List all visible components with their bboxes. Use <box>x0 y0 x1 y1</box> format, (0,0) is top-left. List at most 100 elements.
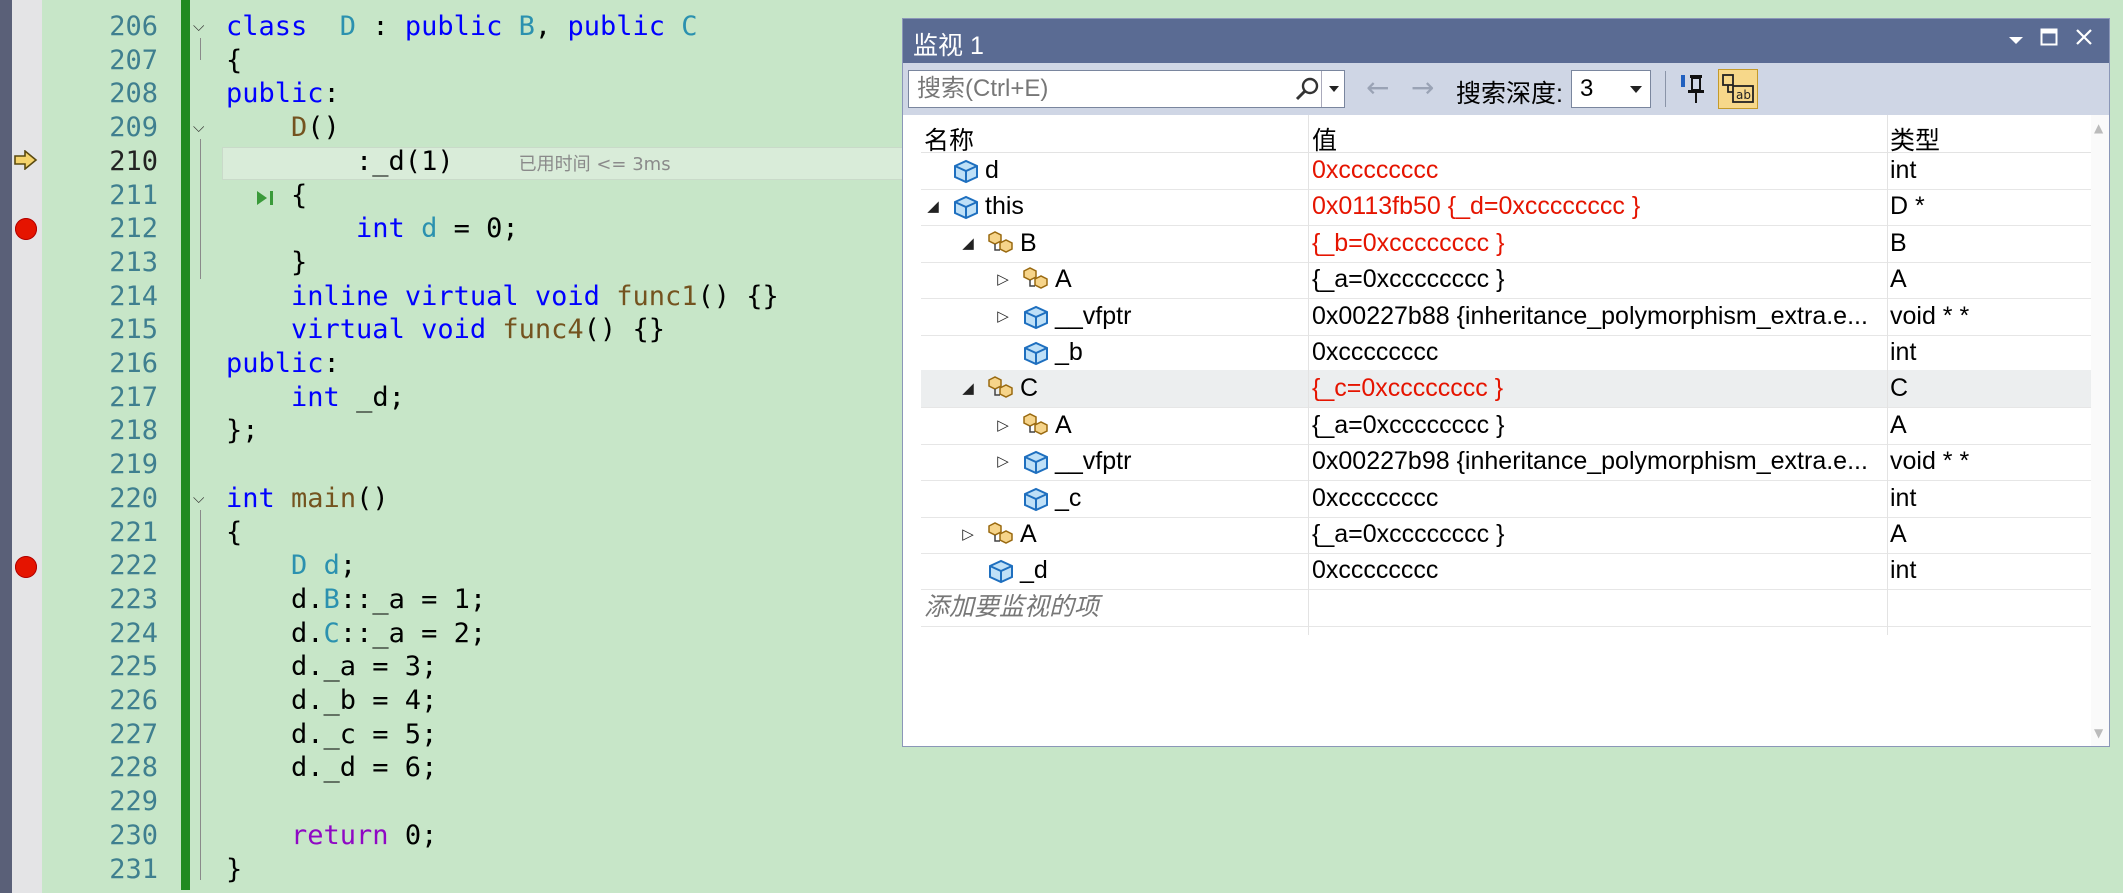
code-text[interactable]: public: <box>226 77 340 111</box>
watch-item-name[interactable]: C <box>1020 370 1038 407</box>
watch-item-value[interactable]: {_a=0xcccccccc } <box>1312 407 1877 444</box>
code-text[interactable]: int _d; <box>226 381 405 415</box>
column-separator[interactable] <box>1308 115 1309 635</box>
code-text[interactable]: d._c = 5; <box>226 718 437 752</box>
watch-item-name[interactable]: _d <box>1020 552 1048 589</box>
search-icon[interactable] <box>1294 76 1320 102</box>
watch-item-value[interactable]: {_a=0xcccccccc } <box>1312 516 1877 553</box>
watch-item-value[interactable]: 0xcccccccc <box>1312 552 1877 589</box>
watch-grid[interactable]: 名称 值 类型 d 0xcccccccc int ◢ this 0x0113fb50 {_… <box>903 115 2109 746</box>
watch-item-value[interactable]: {_c=0xcccccccc } <box>1312 370 1877 407</box>
code-text[interactable]: d.C::_a = 2; <box>226 617 486 651</box>
breakpoint-icon[interactable] <box>15 556 37 578</box>
run-to-here-icon[interactable] <box>255 189 277 207</box>
code-text[interactable]: d.B::_a = 1; <box>226 583 486 617</box>
collapse-icon[interactable]: ◢ <box>960 225 976 262</box>
watch-row[interactable]: ▷ A {_a=0xcccccccc } A <box>921 407 2095 445</box>
code-line[interactable]: 229 <box>0 785 2123 819</box>
expand-icon[interactable]: ▷ <box>995 407 1011 444</box>
watch-item-value[interactable]: 0xcccccccc <box>1312 152 1877 189</box>
code-text[interactable]: int main() <box>226 482 389 516</box>
code-text[interactable]: D() <box>226 111 340 145</box>
watch-item-name[interactable]: A <box>1055 261 1072 298</box>
code-text[interactable]: D d; <box>226 549 356 583</box>
code-text[interactable]: } <box>226 853 242 887</box>
code-text[interactable]: :_d(1) 已用时间 <= 3ms <box>226 145 671 182</box>
code-text[interactable]: int d = 0; <box>226 212 519 246</box>
code-text[interactable]: d._d = 6; <box>226 751 437 785</box>
watch-item-name[interactable]: A <box>1020 516 1037 553</box>
watch-row[interactable]: d 0xcccccccc int <box>921 152 2095 190</box>
watch-item-name[interactable]: __vfptr <box>1055 298 1131 335</box>
search-depth-select[interactable]: 3 <box>1571 70 1651 108</box>
watch-row[interactable]: ▷ A {_a=0xcccccccc } A <box>921 516 2095 554</box>
watch-item-value[interactable]: 0xcccccccc <box>1312 334 1877 371</box>
search-previous-icon[interactable]: ← <box>1366 74 1389 102</box>
column-separator[interactable] <box>1887 115 1888 635</box>
watch-row[interactable]: _b 0xcccccccc int <box>921 334 2095 372</box>
watch-item-name[interactable]: this <box>985 188 1024 225</box>
watch-row[interactable]: _c 0xcccccccc int <box>921 480 2095 518</box>
code-text[interactable]: class D : public B, public C <box>226 10 698 44</box>
watch-item-name[interactable]: _b <box>1055 334 1083 371</box>
code-line[interactable]: 230 return 0; <box>0 819 2123 853</box>
search-next-icon[interactable]: → <box>1411 74 1434 102</box>
code-text[interactable]: d._b = 4; <box>226 684 437 718</box>
watch-row[interactable]: ▷ A {_a=0xcccccccc } A <box>921 261 2095 300</box>
breakpoint-icon[interactable] <box>15 218 37 240</box>
code-line[interactable]: 231} <box>0 853 2123 887</box>
fold-toggle-icon[interactable]: ⌵ <box>193 120 208 135</box>
scroll-up-icon[interactable]: ▲ <box>2094 121 2103 135</box>
expand-icon[interactable]: ▷ <box>960 516 976 553</box>
watch-row[interactable]: ◢ C {_c=0xcccccccc } C <box>921 370 2095 409</box>
close-icon[interactable] <box>2071 27 2097 53</box>
watch-row[interactable]: ◢ this 0x0113fb50 {_d=0xcccccccc } D * <box>921 188 2095 227</box>
code-text[interactable]: }; <box>226 414 259 448</box>
code-text[interactable]: { <box>226 44 242 78</box>
watch-item-value[interactable]: 0x00227b98 {inheritance_polymorphism_ext… <box>1312 443 1877 480</box>
code-text[interactable]: { <box>226 516 242 550</box>
code-text[interactable]: inline virtual void func1() {} <box>226 280 779 314</box>
search-box[interactable] <box>908 70 1345 108</box>
expand-icon[interactable]: ▷ <box>995 298 1011 335</box>
code-text[interactable]: public: <box>226 347 340 381</box>
add-watch-item-row[interactable]: 添加要监视的项 <box>921 589 2095 627</box>
watch-item-value[interactable]: 0x0113fb50 {_d=0xcccccccc } <box>1312 188 1877 225</box>
watch-row[interactable]: ◢ B {_b=0xcccccccc } B <box>921 225 2095 263</box>
fold-toggle-icon[interactable]: ⌵ <box>193 19 208 34</box>
watch-row[interactable]: ▷ __vfptr 0x00227b98 {inheritance_polymorp… <box>921 443 2095 482</box>
line-number: 221 <box>109 516 158 548</box>
watch-item-name[interactable]: _c <box>1055 480 1081 517</box>
watch-row[interactable]: ▷ __vfptr 0x00227b88 {inheritance_polymorp… <box>921 298 2095 336</box>
fold-toggle-icon[interactable]: ⌵ <box>193 490 208 506</box>
watch-item-name[interactable]: B <box>1020 225 1037 262</box>
watch-item-value[interactable]: 0xcccccccc <box>1312 480 1877 517</box>
expand-icon[interactable]: ▷ <box>995 443 1011 480</box>
window-dropdown-icon[interactable] <box>2003 27 2029 53</box>
watch-item-value[interactable]: {_a=0xcccccccc } <box>1312 261 1877 298</box>
watch-window[interactable]: 监视 1 ← → 搜索深度: 3 <box>902 18 2110 747</box>
expand-icon[interactable]: ▷ <box>995 261 1011 298</box>
watch-item-name[interactable]: d <box>985 152 999 189</box>
watch-item-value[interactable]: 0x00227b88 {inheritance_polymorphism_ext… <box>1312 298 1877 335</box>
scroll-down-icon[interactable]: ▼ <box>2094 726 2103 740</box>
maximize-icon[interactable] <box>2036 27 2062 53</box>
hexadecimal-display-toggle[interactable]: ab <box>1718 69 1758 109</box>
search-input[interactable] <box>909 71 1297 107</box>
watch-item-value[interactable]: {_b=0xcccccccc } <box>1312 225 1877 262</box>
code-line[interactable]: 228 d._d = 6; <box>0 751 2123 785</box>
search-history-dropdown[interactable] <box>1321 71 1346 107</box>
code-text[interactable]: return 0; <box>226 819 437 853</box>
watch-item-name[interactable]: __vfptr <box>1055 443 1131 480</box>
collapse-icon[interactable]: ◢ <box>960 370 976 407</box>
watch-item-name[interactable]: A <box>1055 407 1072 444</box>
code-text[interactable]: } <box>226 246 307 280</box>
add-watch-item-placeholder[interactable]: 添加要监视的项 <box>924 589 1099 626</box>
watch-title-bar[interactable]: 监视 1 <box>903 19 2109 63</box>
code-text[interactable]: virtual void func4() {} <box>226 313 665 347</box>
collapse-icon[interactable]: ◢ <box>925 188 941 225</box>
watch-row[interactable]: _d 0xcccccccc int <box>921 552 2095 591</box>
vertical-scrollbar[interactable]: ▲ ▼ <box>2091 115 2109 746</box>
code-text[interactable]: d._a = 3; <box>226 650 437 684</box>
pin-to-source-icon[interactable] <box>1678 71 1710 107</box>
